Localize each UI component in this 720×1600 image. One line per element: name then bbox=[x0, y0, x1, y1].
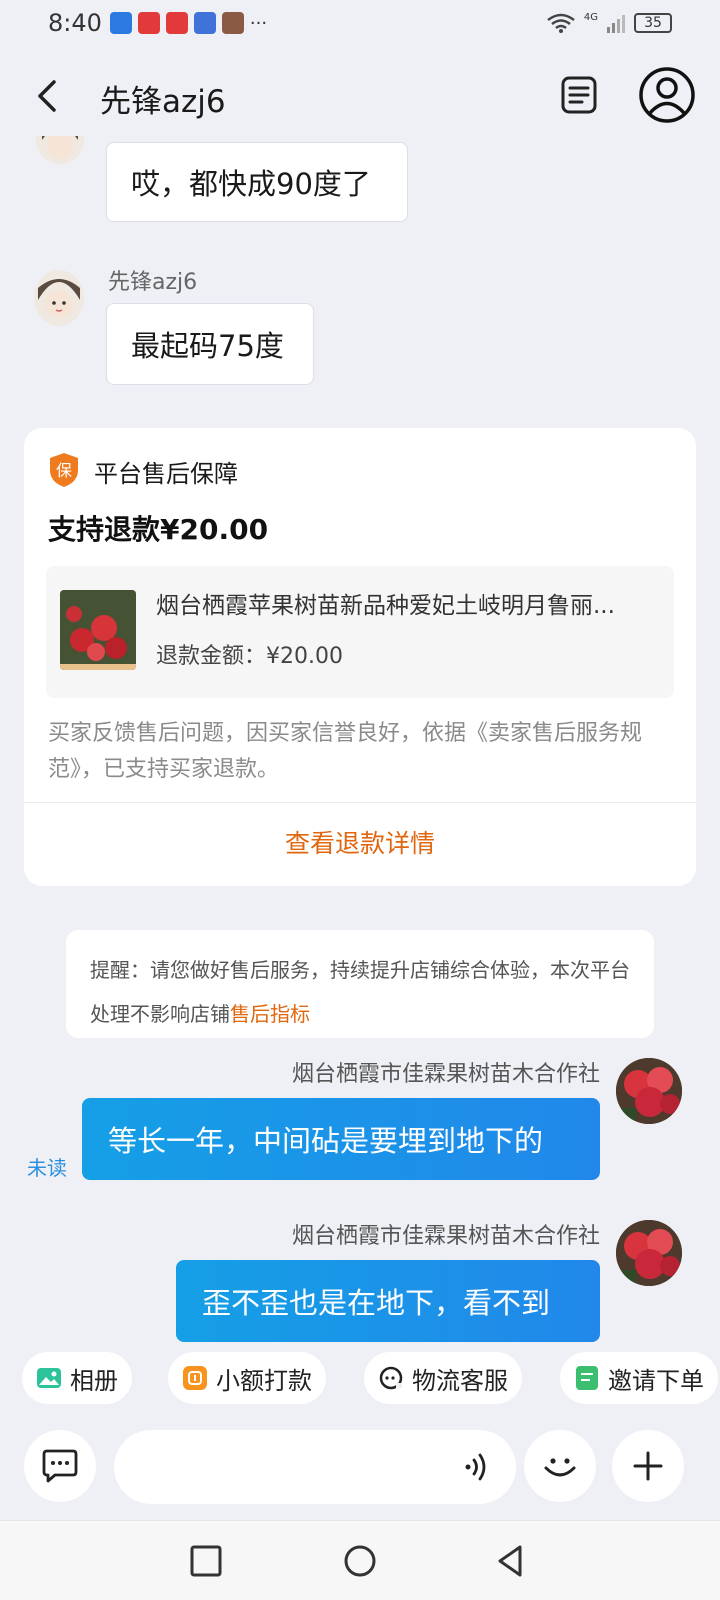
chat-bubble-icon bbox=[42, 1449, 78, 1483]
buyer-message-bubble[interactable]: 最起码75度 bbox=[106, 303, 314, 385]
system-reminder: 提醒：请您做好售后服务，持续提升店铺综合体验，本次平台处理不影响店铺售后指标 bbox=[66, 930, 654, 1038]
recent-apps-icon[interactable] bbox=[188, 1543, 224, 1579]
voice-icon[interactable] bbox=[460, 1450, 494, 1484]
after-sales-card[interactable]: 保 平台售后保障 支持退款¥20.00 烟台栖霞苹果树苗新品种爱妃土岐明月鲁丽.… bbox=[24, 428, 696, 886]
refund-description: 买家反馈售后问题，因买家信誉良好，依据《卖家售后服务规范》，已支持买家退款。 bbox=[48, 721, 643, 782]
notification-icons: ··· bbox=[109, 12, 268, 34]
reminder-text: 提醒：请您做好售后服务，持续提升店铺综合体验，本次平台处理不影响店铺 bbox=[90, 958, 630, 1026]
buyer-name: 先锋azj6 bbox=[108, 270, 198, 295]
product-name: 烟台栖霞苹果树苗新品种爱妃土岐明月鲁丽... bbox=[156, 593, 615, 619]
status-bar: 8:40 ··· 4G 35 bbox=[0, 0, 720, 46]
album-label: 相册 bbox=[70, 1366, 118, 1395]
after-sales-metric-link[interactable]: 售后指标 bbox=[230, 1002, 310, 1026]
seller-avatar[interactable] bbox=[616, 1058, 682, 1124]
guarantee-title: 平台售后保障 bbox=[94, 460, 238, 488]
product-image bbox=[60, 590, 136, 670]
message-text: 等长一年，中间砧是要埋到地下的 bbox=[108, 1124, 544, 1158]
buyer-avatar[interactable] bbox=[36, 136, 84, 164]
wifi-icon bbox=[547, 13, 575, 33]
order-list-icon[interactable] bbox=[558, 74, 600, 116]
seller-name: 烟台栖霞市佳霖果树苗木合作社 bbox=[291, 1224, 600, 1249]
emoji-button[interactable] bbox=[524, 1430, 596, 1502]
view-refund-details-link[interactable]: 查看退款详情 bbox=[24, 824, 696, 860]
quick-reply-button[interactable] bbox=[24, 1430, 96, 1502]
buyer-avatar[interactable] bbox=[34, 270, 84, 326]
signal-icon bbox=[607, 15, 625, 33]
app-notification-icon bbox=[193, 12, 216, 34]
message-input[interactable] bbox=[114, 1430, 516, 1504]
home-icon[interactable] bbox=[342, 1543, 378, 1579]
refund-title: 支持退款¥20.00 bbox=[48, 513, 269, 546]
message-text: 最起码75度 bbox=[131, 329, 284, 363]
back-icon[interactable] bbox=[30, 76, 66, 116]
customer-service-icon bbox=[379, 1366, 403, 1390]
payment-icon bbox=[183, 1366, 207, 1390]
profile-icon[interactable] bbox=[638, 66, 696, 124]
input-row bbox=[0, 1430, 720, 1504]
system-nav-bar bbox=[0, 1520, 720, 1600]
small-payment-button[interactable]: 小额打款 bbox=[168, 1352, 326, 1404]
app-notification-icon bbox=[109, 12, 132, 34]
invite-order-label: 邀请下单 bbox=[608, 1366, 704, 1395]
back-nav-icon[interactable] bbox=[494, 1543, 530, 1579]
quick-actions-bar[interactable]: 相册 小额打款 物流客服 邀请下单 bbox=[0, 1342, 720, 1412]
seller-message-bubble[interactable]: 等长一年，中间砧是要埋到地下的 bbox=[82, 1098, 600, 1180]
app-notification-icon bbox=[221, 12, 244, 34]
small-payment-label: 小额打款 bbox=[216, 1366, 312, 1395]
divider bbox=[24, 802, 696, 803]
network-type: 4G bbox=[583, 12, 598, 23]
more-notifications: ··· bbox=[249, 12, 268, 34]
shield-label: 保 bbox=[56, 461, 72, 480]
message-text: 哎，都快成90度了 bbox=[131, 167, 371, 201]
chat-area[interactable]: 哎，都快成90度了 先锋azj6 最起码75度 保 平台售后保障 支持退款¥20… bbox=[0, 136, 720, 1342]
seller-name: 烟台栖霞市佳霖果树苗木合作社 bbox=[291, 1062, 600, 1087]
seller-avatar[interactable] bbox=[616, 1220, 682, 1286]
image-icon bbox=[37, 1368, 61, 1388]
product-info[interactable]: 烟台栖霞苹果树苗新品种爱妃土岐明月鲁丽... 退款金额：¥20.00 bbox=[46, 566, 674, 698]
invite-icon bbox=[576, 1366, 598, 1390]
app-notification-icon bbox=[137, 12, 160, 34]
unread-label: 未读 bbox=[27, 1156, 67, 1180]
buyer-message-bubble[interactable]: 哎，都快成90度了 bbox=[106, 142, 408, 222]
invite-order-button[interactable]: 邀请下单 bbox=[560, 1352, 718, 1404]
shield-icon: 保 bbox=[50, 453, 78, 487]
more-button[interactable] bbox=[612, 1430, 684, 1502]
logistics-service-button[interactable]: 物流客服 bbox=[364, 1352, 522, 1404]
status-time: 8:40 bbox=[48, 9, 102, 37]
seller-message-bubble[interactable]: 歪不歪也是在地下，看不到 bbox=[176, 1260, 600, 1342]
status-right: 4G 35 bbox=[546, 12, 672, 34]
plus-icon bbox=[633, 1451, 663, 1481]
chat-header: 先锋azj6 bbox=[0, 56, 720, 136]
refund-amount: 退款金额：¥20.00 bbox=[156, 644, 343, 669]
album-button[interactable]: 相册 bbox=[22, 1352, 132, 1404]
message-text: 歪不歪也是在地下，看不到 bbox=[202, 1286, 551, 1320]
chat-title: 先锋azj6 bbox=[100, 84, 226, 120]
battery-icon: 35 bbox=[634, 13, 672, 33]
app-notification-icon bbox=[165, 12, 188, 34]
logistics-label: 物流客服 bbox=[412, 1366, 508, 1395]
emoji-icon bbox=[544, 1458, 576, 1477]
